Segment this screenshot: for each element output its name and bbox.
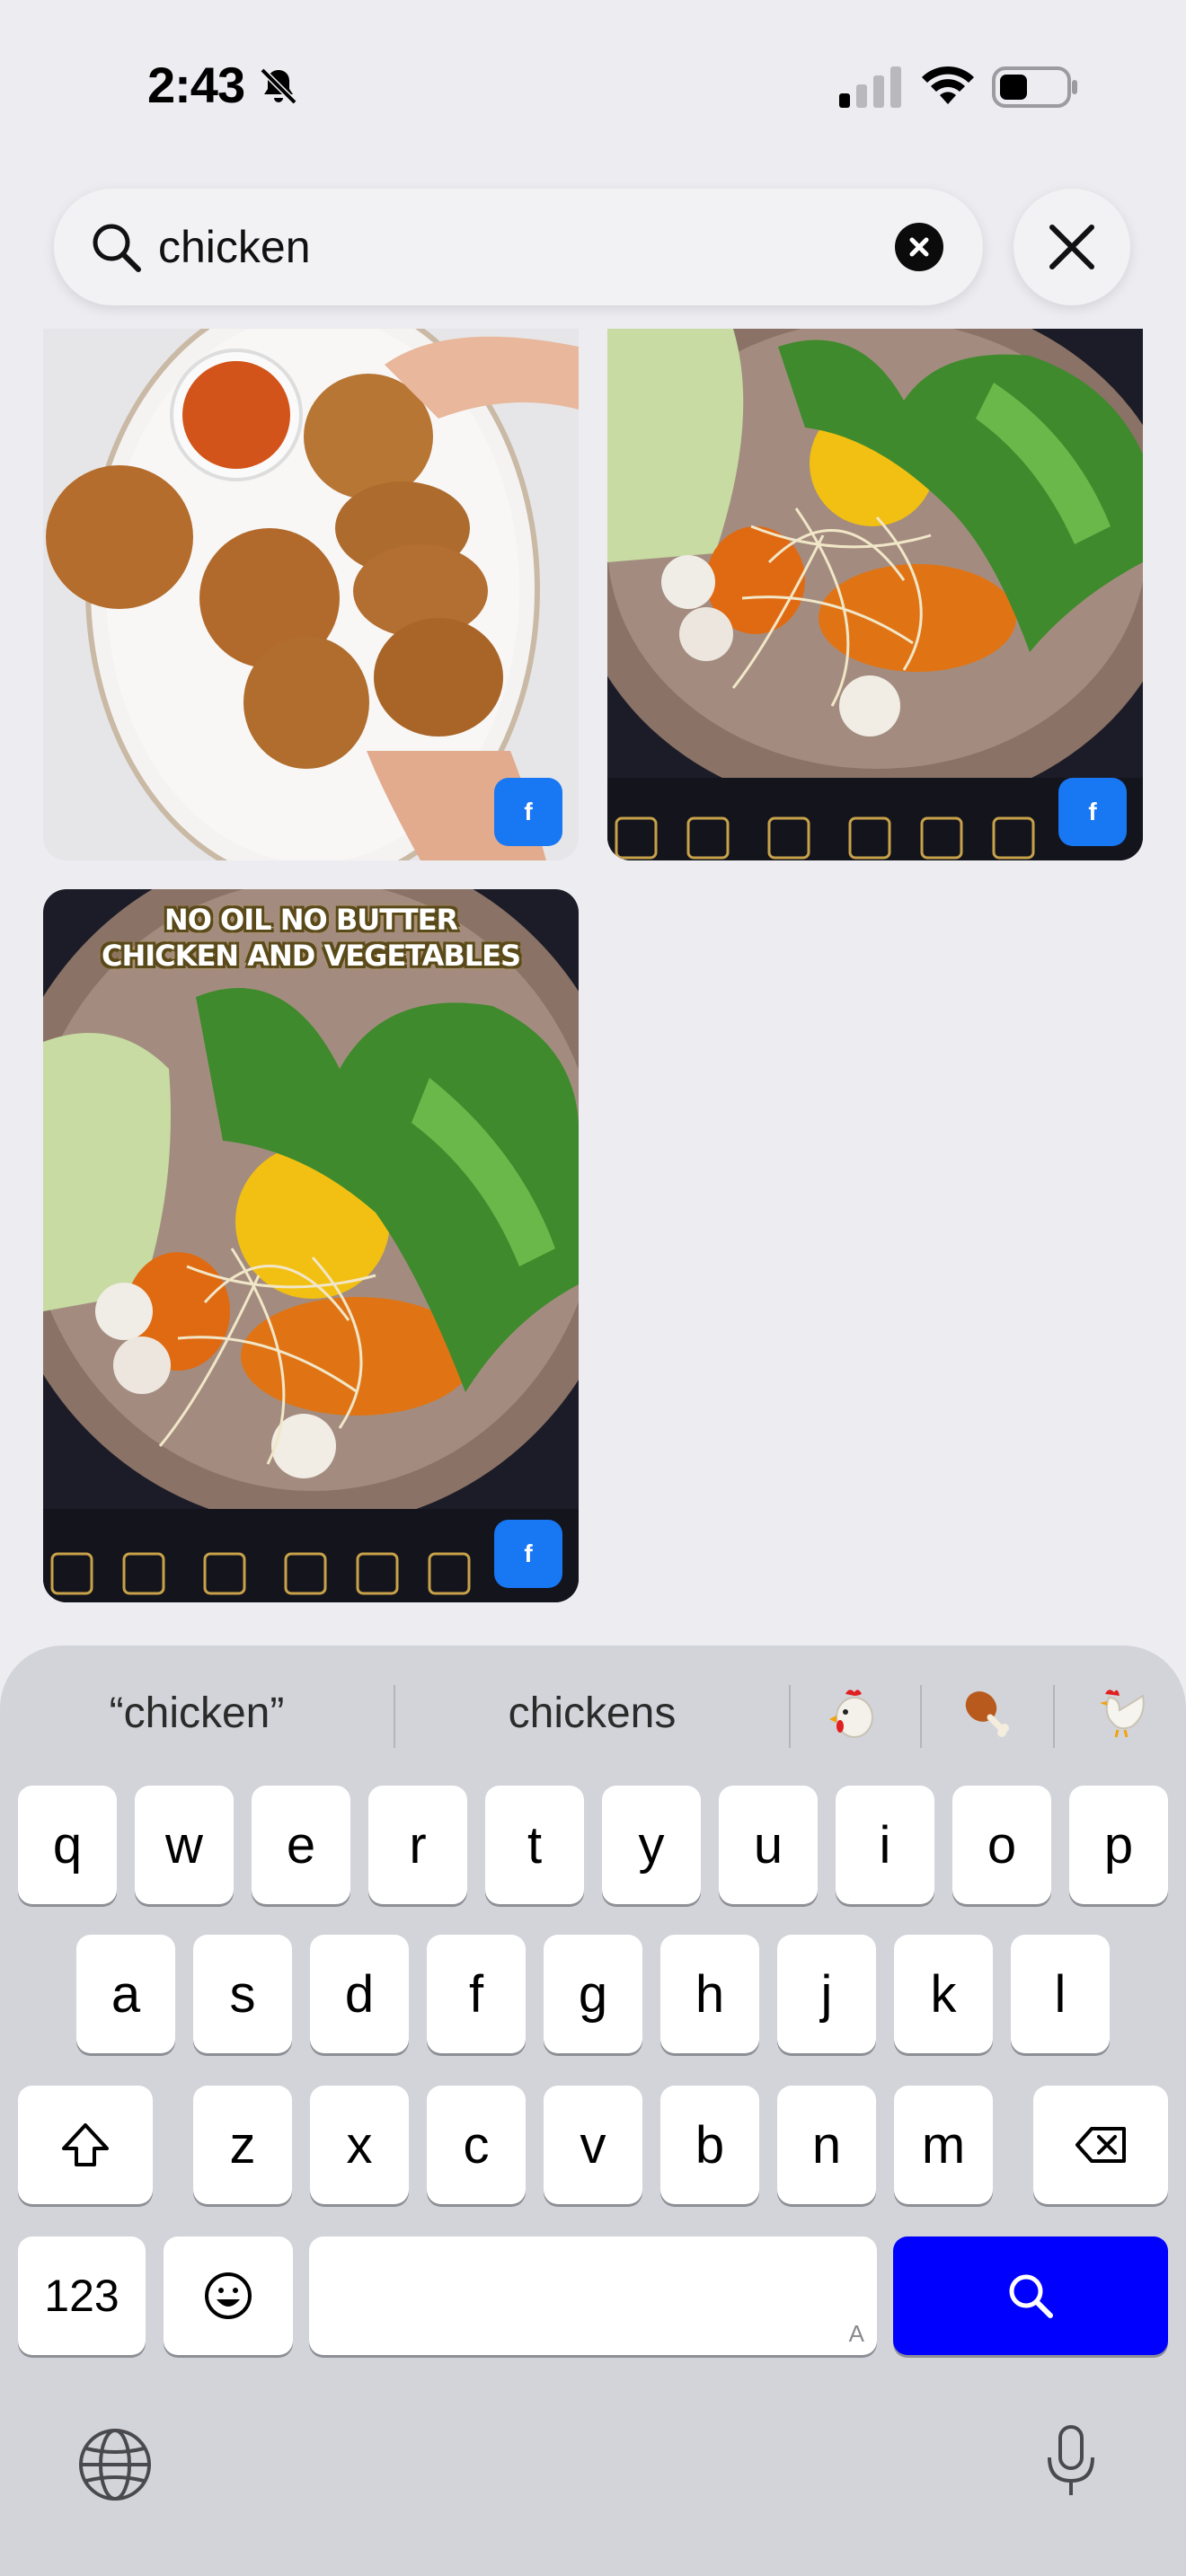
key-c[interactable]: c — [427, 2086, 526, 2204]
keyboard: “chicken” chickens 123 A q w e r t y u i… — [0, 1645, 1186, 2576]
key-d[interactable]: d — [310, 1935, 409, 2053]
status-bar: 2:43 — [0, 0, 1186, 171]
search-icon — [93, 224, 141, 272]
search-icon — [1009, 2274, 1053, 2318]
key-k[interactable]: k — [894, 1935, 993, 2053]
key-o[interactable]: o — [952, 1786, 1051, 1904]
space-hint: A — [848, 2320, 864, 2347]
key-n[interactable]: n — [777, 2086, 876, 2204]
poultry-leg-icon — [965, 1691, 1009, 1737]
suggestion-chicken-emoji[interactable] — [791, 1645, 920, 1780]
key-j[interactable]: j — [777, 1935, 876, 2053]
facebook-badge-icon: f — [1058, 778, 1127, 846]
key-x[interactable]: x — [310, 2086, 409, 2204]
suggestion-poultry-leg-emoji[interactable] — [922, 1645, 1053, 1780]
chicken-vegetables-image — [43, 889, 579, 1602]
rooster-icon — [1100, 1689, 1145, 1738]
shift-icon — [62, 2123, 109, 2166]
microphone-icon[interactable] — [1031, 2422, 1111, 2501]
key-g[interactable]: g — [544, 1935, 642, 2053]
battery-icon — [992, 66, 1077, 108]
key-e[interactable]: e — [252, 1786, 350, 1904]
key-v[interactable]: v — [544, 2086, 642, 2204]
key-i[interactable]: i — [836, 1786, 934, 1904]
key-h[interactable]: h — [660, 1935, 759, 2053]
globe-icon[interactable] — [75, 2425, 155, 2504]
key-m[interactable]: m — [894, 2086, 993, 2204]
result-tile-nuggets[interactable]: f — [43, 329, 579, 860]
suggestion-bar: “chicken” chickens — [0, 1645, 1186, 1780]
key-l[interactable]: l — [1011, 1935, 1110, 2053]
search-field[interactable]: chicken — [54, 189, 983, 305]
key-b[interactable]: b — [660, 2086, 759, 2204]
key-t[interactable]: t — [485, 1786, 584, 1904]
shift-key[interactable] — [18, 2086, 153, 2204]
suggestion-quoted[interactable]: “chicken” — [0, 1645, 394, 1780]
emoji-key[interactable] — [164, 2236, 293, 2355]
facebook-badge-icon: f — [494, 778, 562, 846]
key-a[interactable]: a — [76, 1935, 175, 2053]
wifi-icon — [922, 66, 974, 104]
clear-icon — [909, 237, 929, 257]
key-u[interactable]: u — [719, 1786, 818, 1904]
result-tile-chicken-vegetables[interactable]: NO OIL NO BUTTER CHICKEN AND VEGETABLES … — [43, 889, 579, 1602]
video-title-line-2: CHICKEN AND VEGETABLES — [101, 939, 521, 973]
key-p[interactable]: p — [1069, 1786, 1168, 1904]
emoji-icon — [205, 2272, 252, 2319]
search-input[interactable]: chicken — [158, 221, 311, 273]
space-key[interactable]: A — [309, 2236, 877, 2355]
delete-key[interactable] — [1033, 2086, 1168, 2204]
key-f[interactable]: f — [427, 1935, 526, 2053]
delete-icon — [1075, 2127, 1126, 2163]
key-r[interactable]: r — [368, 1786, 467, 1904]
facebook-badge-icon: f — [494, 1520, 562, 1588]
key-z[interactable]: z — [193, 2086, 292, 2204]
suggestion-plural[interactable]: chickens — [395, 1645, 789, 1780]
suggestion-rooster-emoji[interactable] — [1055, 1645, 1186, 1780]
key-s[interactable]: s — [193, 1935, 292, 2053]
search-key[interactable] — [893, 2236, 1168, 2355]
close-icon — [1049, 225, 1094, 269]
cellular-signal-icon — [839, 66, 901, 108]
chicken-face-icon — [829, 1689, 873, 1738]
close-search-button[interactable] — [1013, 189, 1130, 305]
key-y[interactable]: y — [602, 1786, 701, 1904]
result-tile-vegetables[interactable]: f — [607, 329, 1143, 860]
video-title-line-1: NO OIL NO BUTTER — [164, 903, 458, 937]
clear-search-button[interactable] — [895, 223, 943, 271]
key-w[interactable]: w — [135, 1786, 234, 1904]
numbers-key[interactable]: 123 — [18, 2236, 146, 2355]
status-time: 2:43 — [147, 57, 245, 113]
bell-off-icon — [260, 67, 297, 105]
key-q[interactable]: q — [18, 1786, 117, 1904]
